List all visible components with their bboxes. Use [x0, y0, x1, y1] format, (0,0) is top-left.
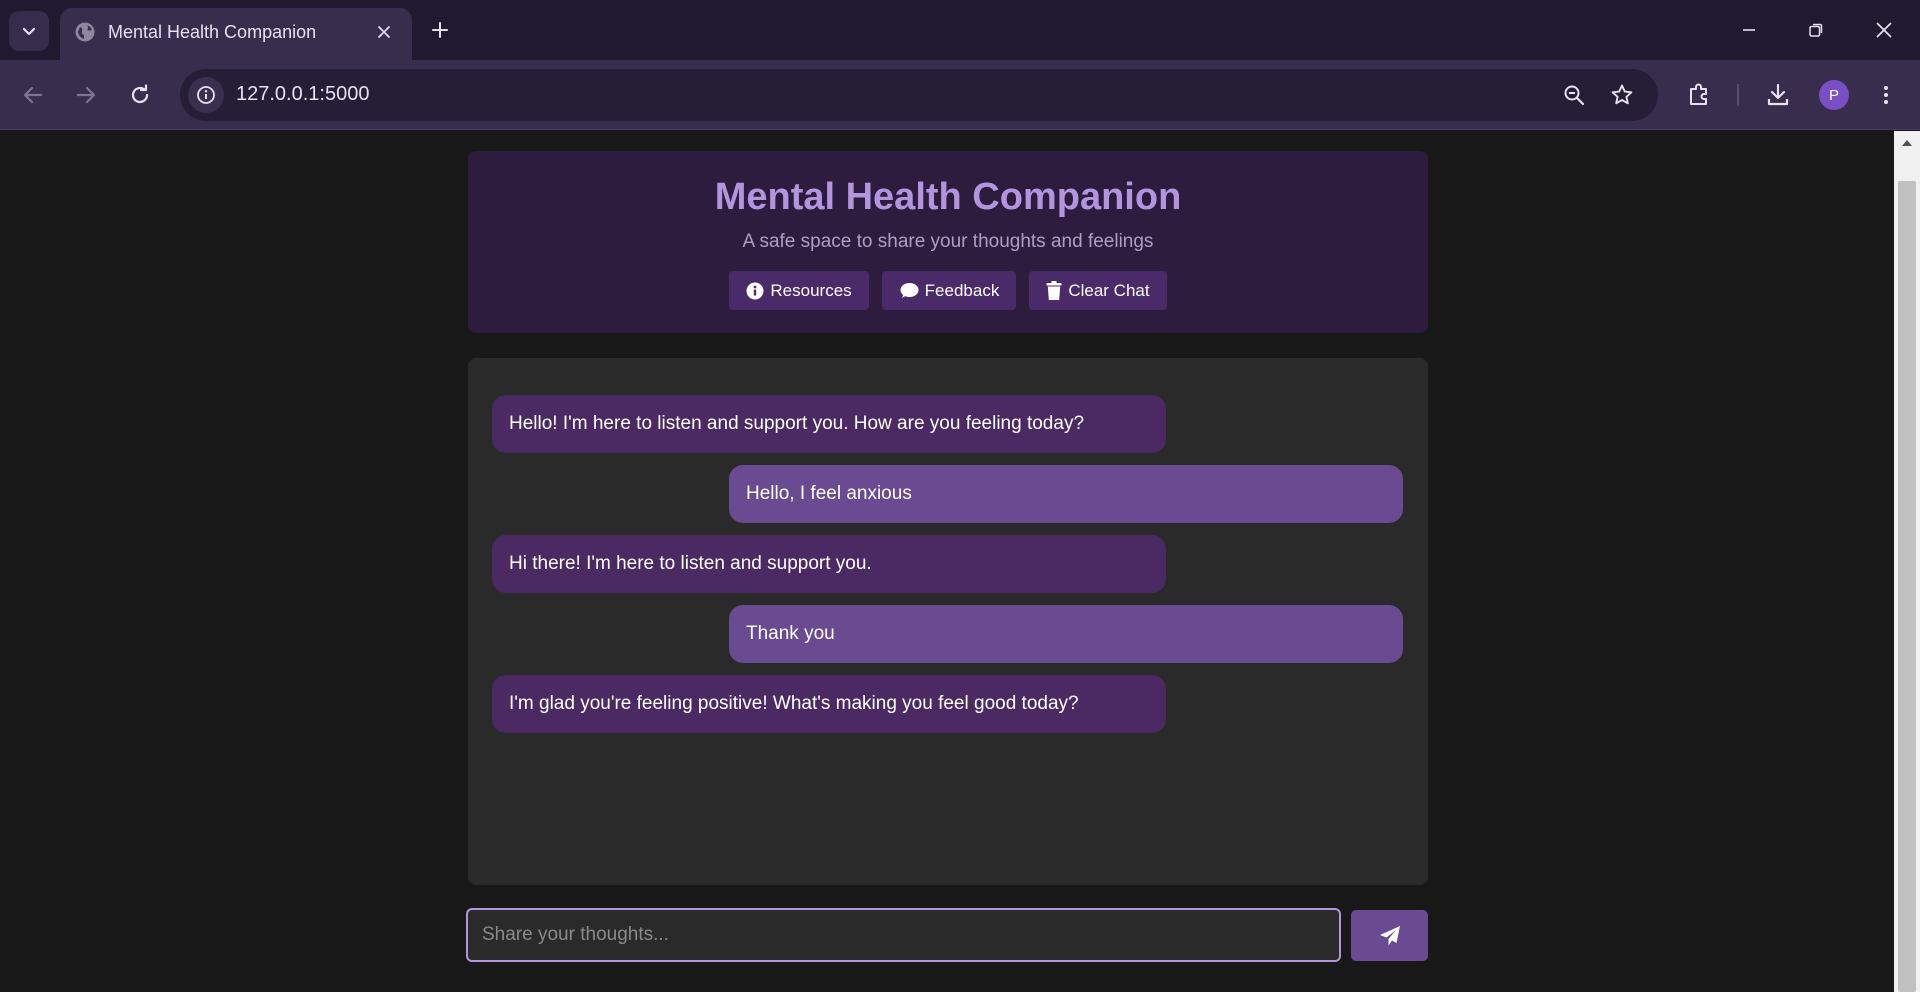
back-button[interactable] [15, 77, 51, 113]
forward-button[interactable] [68, 77, 104, 113]
bot-message: Hi there! I'm here to listen and support… [492, 535, 1166, 593]
restore-icon [1809, 23, 1823, 37]
bot-message: I'm glad you're feeling positive! What's… [492, 675, 1166, 733]
profile-avatar[interactable]: P [1819, 80, 1849, 110]
new-tab-button[interactable] [424, 14, 456, 46]
zoom-out-icon [1564, 85, 1585, 106]
forward-arrow-icon [76, 86, 96, 104]
info-icon [197, 86, 215, 104]
comment-icon [900, 282, 919, 298]
clear-chat-button[interactable]: Clear Chat [1029, 271, 1167, 310]
resources-button[interactable]: Resources [729, 271, 869, 310]
tab-search-icon [22, 27, 36, 36]
site-info-button[interactable] [188, 77, 224, 113]
window-close-icon [1876, 22, 1892, 38]
chat-window[interactable]: Hello! I'm here to listen and support yo… [468, 358, 1428, 885]
tab-search-button[interactable] [9, 11, 49, 51]
scrollbar-thumb[interactable] [1898, 181, 1916, 992]
browser-tab-bar: Mental Health Companion [0, 0, 1920, 60]
close-icon [378, 26, 390, 38]
restore-button[interactable] [1794, 12, 1838, 48]
tab-title: Mental Health Companion [108, 22, 317, 42]
page-scrollbar[interactable] [1894, 131, 1920, 992]
reload-button[interactable] [122, 77, 158, 113]
toolbar-separator [1737, 84, 1739, 106]
extensions-button[interactable] [1681, 77, 1717, 113]
bot-message: Hello! I'm here to listen and support yo… [492, 395, 1166, 453]
user-message: Hello, I feel anxious [729, 465, 1403, 523]
zoom-button[interactable] [1558, 79, 1590, 111]
globe-icon [75, 22, 95, 42]
tab-close-button[interactable] [370, 18, 398, 46]
send-button[interactable] [1351, 910, 1428, 961]
page-title: Mental Health Companion [714, 176, 1182, 218]
window-close-button[interactable] [1862, 12, 1906, 48]
browser-tab[interactable]: Mental Health Companion [60, 8, 412, 60]
app-header: Mental Health Companion A safe space to … [468, 151, 1428, 333]
url-text[interactable]: 127.0.0.1:5000 [236, 83, 369, 106]
address-bar[interactable]: 127.0.0.1:5000 [180, 69, 1658, 121]
user-message: Thank you [729, 605, 1403, 663]
bookmark-button[interactable] [1606, 79, 1638, 111]
back-arrow-icon [23, 86, 43, 104]
scroll-up-button[interactable] [1894, 131, 1920, 155]
browser-toolbar: 127.0.0.1:5000 P [0, 60, 1920, 130]
download-icon [1767, 83, 1789, 106]
clear-chat-button-label: Clear Chat [1068, 280, 1150, 300]
page-viewport: Mental Health Companion A safe space to … [0, 131, 1894, 992]
minimize-icon [1743, 29, 1755, 31]
message-input[interactable] [466, 908, 1341, 962]
page-subtitle: A safe space to share your thoughts and … [742, 231, 1154, 252]
minimize-button[interactable] [1727, 12, 1771, 48]
trash-icon [1046, 281, 1062, 300]
feedback-button[interactable]: Feedback [881, 271, 1017, 310]
header-actions: Resources Feedback Clear Chat [468, 271, 1428, 310]
more-vert-icon [1884, 86, 1888, 104]
info-circle-icon [746, 282, 764, 299]
reload-icon [131, 84, 149, 104]
feedback-button-label: Feedback [924, 280, 1000, 300]
resources-button-label: Resources [770, 280, 852, 300]
triangle-up-icon [1902, 140, 1912, 146]
star-icon [1611, 84, 1633, 105]
paper-plane-icon [1379, 925, 1400, 945]
downloads-button[interactable] [1760, 77, 1796, 113]
browser-menu-button[interactable] [1868, 77, 1904, 113]
plus-icon [432, 22, 448, 38]
extensions-icon [1690, 83, 1707, 105]
